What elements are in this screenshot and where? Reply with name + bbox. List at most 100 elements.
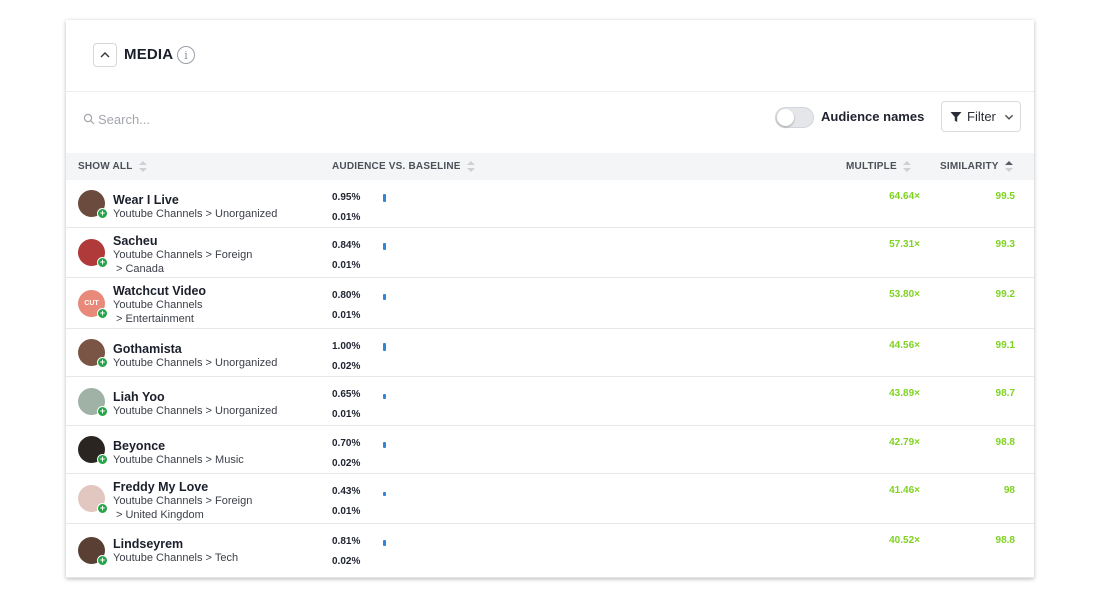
sort-icon[interactable] [466, 161, 475, 172]
info-icon[interactable]: i [177, 46, 195, 64]
similarity-value: 99.1 [995, 340, 1015, 351]
multiple-value: 40.52× [889, 535, 920, 546]
audience-value: 0.95% [332, 192, 361, 203]
filter-icon [950, 111, 962, 122]
audience-bar [383, 343, 386, 351]
avatar-text: CUT [84, 300, 99, 307]
add-icon[interactable]: + [97, 308, 108, 319]
search-icon [83, 113, 95, 125]
table-row[interactable]: + Beyonce Youtube Channels > Music 0.70% 0.0… [66, 426, 1034, 474]
table-row[interactable]: + Liah Yoo Youtube Channels > Unorganized 0… [66, 377, 1034, 426]
add-icon[interactable]: + [97, 257, 108, 268]
baseline-value: 0.02% [332, 458, 361, 469]
audience-bar [383, 294, 386, 300]
baseline-value: 0.01% [332, 260, 361, 271]
channel-category: Youtube Channels [113, 299, 203, 311]
table-row[interactable]: + Wear I Live Youtube Channels > Unorganiz… [66, 180, 1034, 228]
audience-value: 0.65% [332, 389, 361, 400]
column-show-all[interactable]: SHOW ALL [78, 161, 147, 172]
add-icon[interactable]: + [97, 357, 108, 368]
audience-names-label: Audience names [821, 109, 925, 124]
table-header: SHOW ALL AUDIENCE VS. BASELINE MULTIPLE … [66, 153, 1034, 180]
audience-value: 0.81% [332, 536, 361, 547]
sort-ascending-icon[interactable] [1004, 161, 1013, 172]
channel-category: Youtube Channels > Tech [113, 552, 239, 564]
table-row[interactable]: + Sacheu Youtube Channels > Foreign > Canad… [66, 228, 1034, 278]
channel-category: Youtube Channels > Foreign [113, 249, 253, 261]
channel-name[interactable]: Sacheu [113, 234, 157, 248]
channel-subcategory: > Entertainment [116, 313, 194, 325]
chevron-up-icon [100, 52, 110, 58]
sort-icon[interactable] [902, 161, 911, 172]
column-show-all-label: SHOW ALL [78, 161, 133, 172]
baseline-value: 0.02% [332, 556, 361, 567]
audience-value: 0.80% [332, 290, 361, 301]
audience-value: 0.70% [332, 438, 361, 449]
audience-names-toggle[interactable] [775, 107, 814, 128]
channel-category: Youtube Channels > Unorganized [113, 208, 278, 220]
baseline-value: 0.01% [332, 212, 361, 223]
channel-category: Youtube Channels > Unorganized [113, 357, 278, 369]
multiple-value: 57.31× [889, 239, 920, 250]
channel-subcategory: > Canada [116, 263, 165, 275]
similarity-value: 98 [1003, 485, 1015, 496]
search-input[interactable] [98, 108, 348, 130]
channel-name[interactable]: Liah Yoo [113, 390, 165, 404]
panel-header: MEDIA i [66, 20, 1034, 92]
channel-name[interactable]: Gothamista [113, 342, 182, 356]
channel-category: Youtube Channels > Music [113, 454, 244, 466]
multiple-value: 53.80× [889, 289, 920, 300]
column-audience[interactable]: AUDIENCE VS. BASELINE [332, 161, 475, 172]
add-icon[interactable]: + [97, 208, 108, 219]
similarity-value: 99.5 [995, 191, 1015, 202]
column-similarity[interactable]: SIMILARITY [940, 161, 1013, 172]
audience-bar [383, 442, 386, 448]
channel-name[interactable]: Freddy My Love [113, 480, 208, 494]
media-panel: MEDIA i Audience names Filter SHOW ALL A… [66, 20, 1034, 578]
audience-bar [383, 540, 386, 546]
audience-value: 0.84% [332, 240, 361, 251]
toggle-knob [777, 109, 794, 126]
multiple-value: 64.64× [889, 191, 920, 202]
collapse-button[interactable] [93, 43, 117, 67]
audience-bar [383, 194, 386, 202]
similarity-value: 98.8 [995, 437, 1015, 448]
table-row[interactable]: + Gothamista Youtube Channels > Unorganize… [66, 329, 1034, 377]
add-icon[interactable]: + [97, 454, 108, 465]
add-icon[interactable]: + [97, 555, 108, 566]
channel-name[interactable]: Watchcut Video [113, 284, 206, 298]
chevron-down-icon [1004, 114, 1013, 120]
baseline-value: 0.01% [332, 310, 361, 321]
filter-button[interactable]: Filter [941, 101, 1021, 132]
channel-name[interactable]: Wear I Live [113, 193, 179, 207]
audience-bar [383, 394, 386, 399]
toolbar: Audience names Filter [66, 93, 1034, 153]
channel-name[interactable]: Beyonce [113, 439, 165, 453]
column-multiple[interactable]: MULTIPLE [846, 161, 911, 172]
table-row[interactable]: + Freddy My Love Youtube Channels > Foreig… [66, 474, 1034, 524]
similarity-value: 99.3 [995, 239, 1015, 250]
channel-category: Youtube Channels > Foreign [113, 495, 253, 507]
add-icon[interactable]: + [97, 406, 108, 417]
multiple-value: 41.46× [889, 485, 920, 496]
channel-category: Youtube Channels > Unorganized [113, 405, 278, 417]
audience-bar [383, 243, 386, 250]
table-row[interactable]: CUT + Watchcut Video Youtube Channels > Ente… [66, 278, 1034, 329]
column-audience-label: AUDIENCE VS. BASELINE [332, 161, 461, 172]
add-icon[interactable]: + [97, 503, 108, 514]
audience-value: 0.43% [332, 486, 361, 497]
channel-name[interactable]: Lindseyrem [113, 537, 183, 551]
multiple-value: 42.79× [889, 437, 920, 448]
column-similarity-label: SIMILARITY [940, 161, 999, 172]
multiple-value: 44.56× [889, 340, 920, 351]
audience-bar [383, 492, 386, 496]
filter-label: Filter [967, 109, 996, 124]
similarity-value: 98.8 [995, 535, 1015, 546]
channel-subcategory: > United Kingdom [116, 509, 204, 521]
similarity-value: 98.7 [995, 388, 1015, 399]
multiple-value: 43.89× [889, 388, 920, 399]
sort-icon[interactable] [138, 161, 147, 172]
table-row[interactable]: + Lindseyrem Youtube Channels > Tech 0.81% 0… [66, 524, 1034, 578]
baseline-value: 0.01% [332, 506, 361, 517]
column-multiple-label: MULTIPLE [846, 161, 897, 172]
